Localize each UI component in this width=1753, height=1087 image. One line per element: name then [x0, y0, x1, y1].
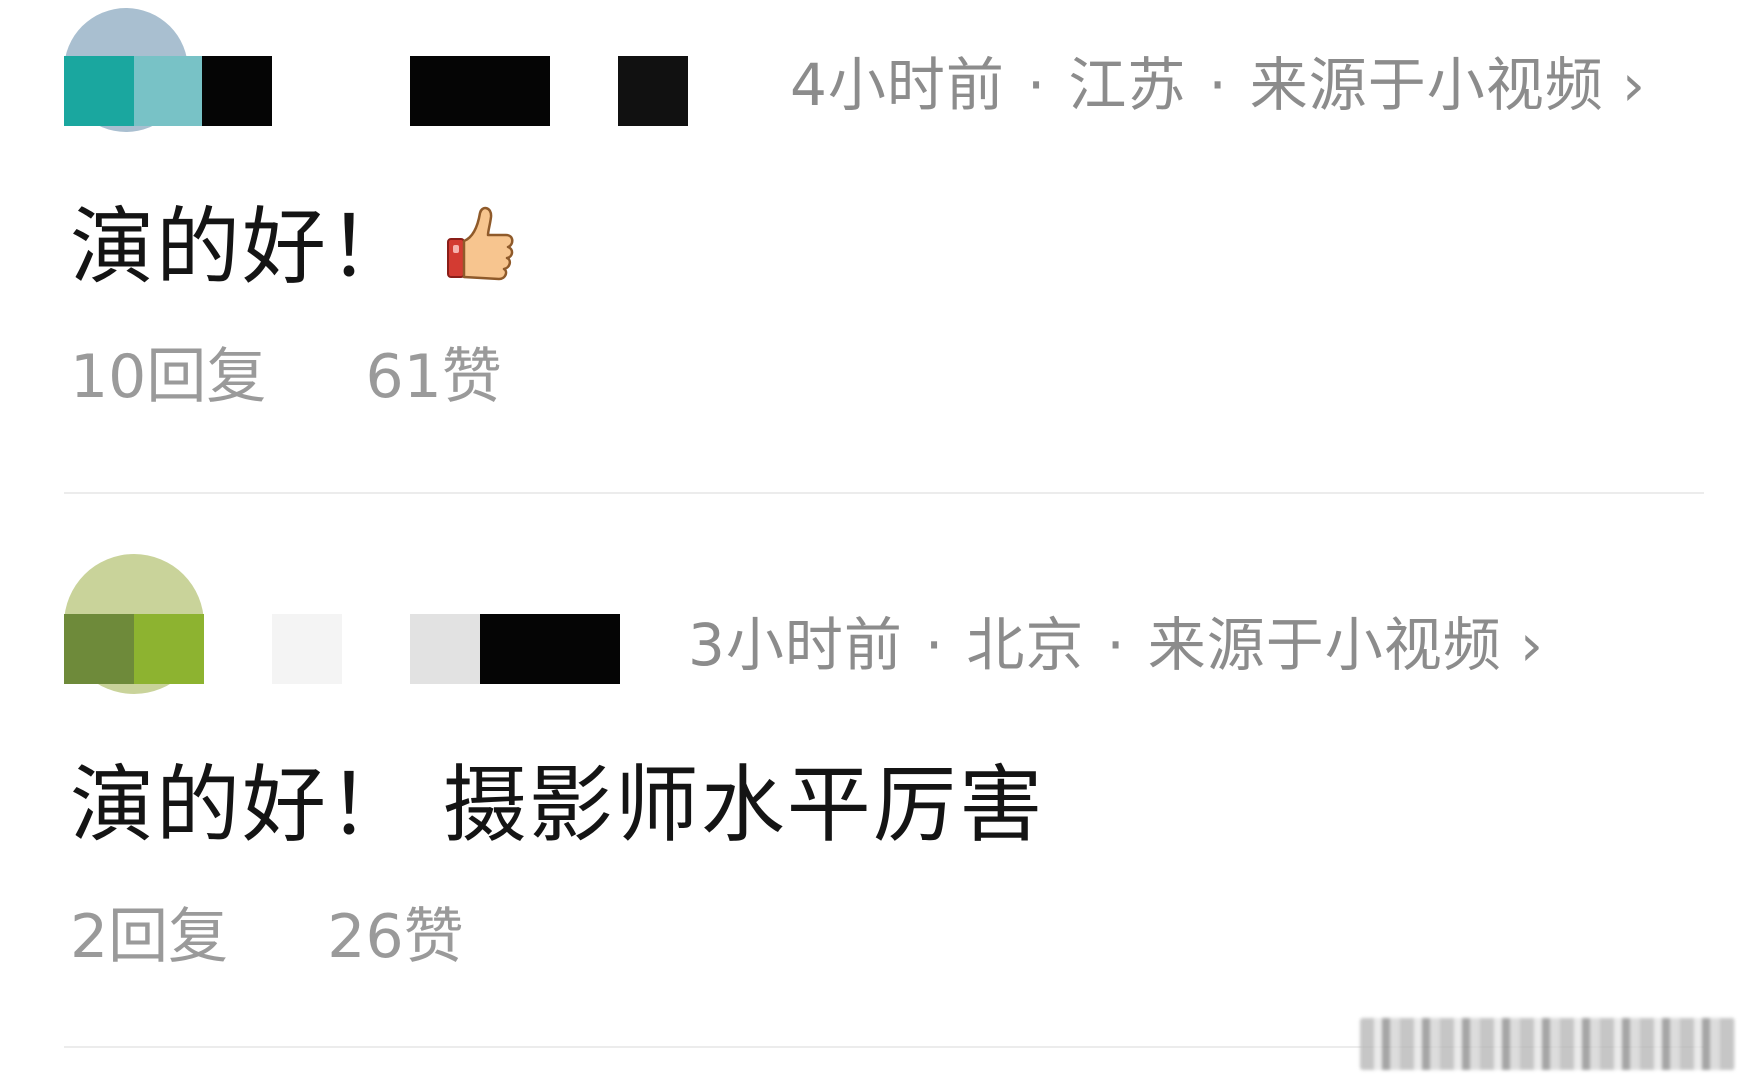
comment-time: 3小时前 — [688, 611, 903, 679]
comment-stats: 10回复 61赞 — [70, 328, 502, 415]
comment-item: 3小时前 · 北京 · 来源于小视频 › 演的好！ 摄影师水平厉害 2回复 26赞 — [0, 540, 1753, 1040]
comment-text: 演的好！ 摄影师水平厉害 — [70, 738, 1045, 859]
comment-body: 演的好！ — [70, 198, 415, 296]
censored-username — [272, 614, 342, 684]
comment-meta[interactable]: 4小时前 · 江苏 · 来源于小视频 › — [790, 38, 1646, 122]
censored-username — [618, 56, 688, 126]
comment-time: 4小时前 — [790, 51, 1005, 119]
comment-location: 北京 — [966, 611, 1085, 679]
comment-source: 来源于小视频 — [1249, 51, 1604, 119]
censored-username — [64, 614, 134, 684]
censored-username — [202, 56, 272, 126]
meta-separator: · — [924, 611, 945, 679]
censored-username — [410, 56, 550, 126]
meta-separator: · — [1026, 51, 1047, 119]
blurred-watermark — [1360, 1018, 1735, 1070]
comment-item: 4小时前 · 江苏 · 来源于小视频 › 演的好！ 10回复 61赞 — [0, 0, 1753, 490]
censored-username — [134, 614, 204, 684]
censored-username — [480, 614, 620, 684]
reply-count-button[interactable]: 10回复 — [70, 328, 266, 415]
thumbs-up-icon — [444, 203, 516, 303]
comment-source: 来源于小视频 — [1147, 611, 1502, 679]
chevron-right-icon: › — [1519, 611, 1545, 679]
comment-body: 演的好！ 摄影师水平厉害 — [70, 756, 1045, 854]
comment-text: 演的好！ — [70, 180, 516, 303]
chevron-right-icon: › — [1621, 51, 1647, 119]
comment-meta[interactable]: 3小时前 · 北京 · 来源于小视频 › — [688, 598, 1544, 682]
like-count-button[interactable]: 26赞 — [327, 888, 463, 975]
censored-username — [410, 614, 480, 684]
comment-stats: 2回复 26赞 — [70, 888, 464, 975]
censored-username — [134, 56, 202, 126]
reply-count-button[interactable]: 2回复 — [70, 888, 228, 975]
comment-location: 江苏 — [1068, 51, 1187, 119]
comment-divider — [64, 492, 1704, 494]
meta-separator: · — [1208, 51, 1228, 119]
meta-separator: · — [1106, 611, 1126, 679]
censored-username — [64, 56, 134, 126]
like-count-button[interactable]: 61赞 — [365, 328, 501, 415]
